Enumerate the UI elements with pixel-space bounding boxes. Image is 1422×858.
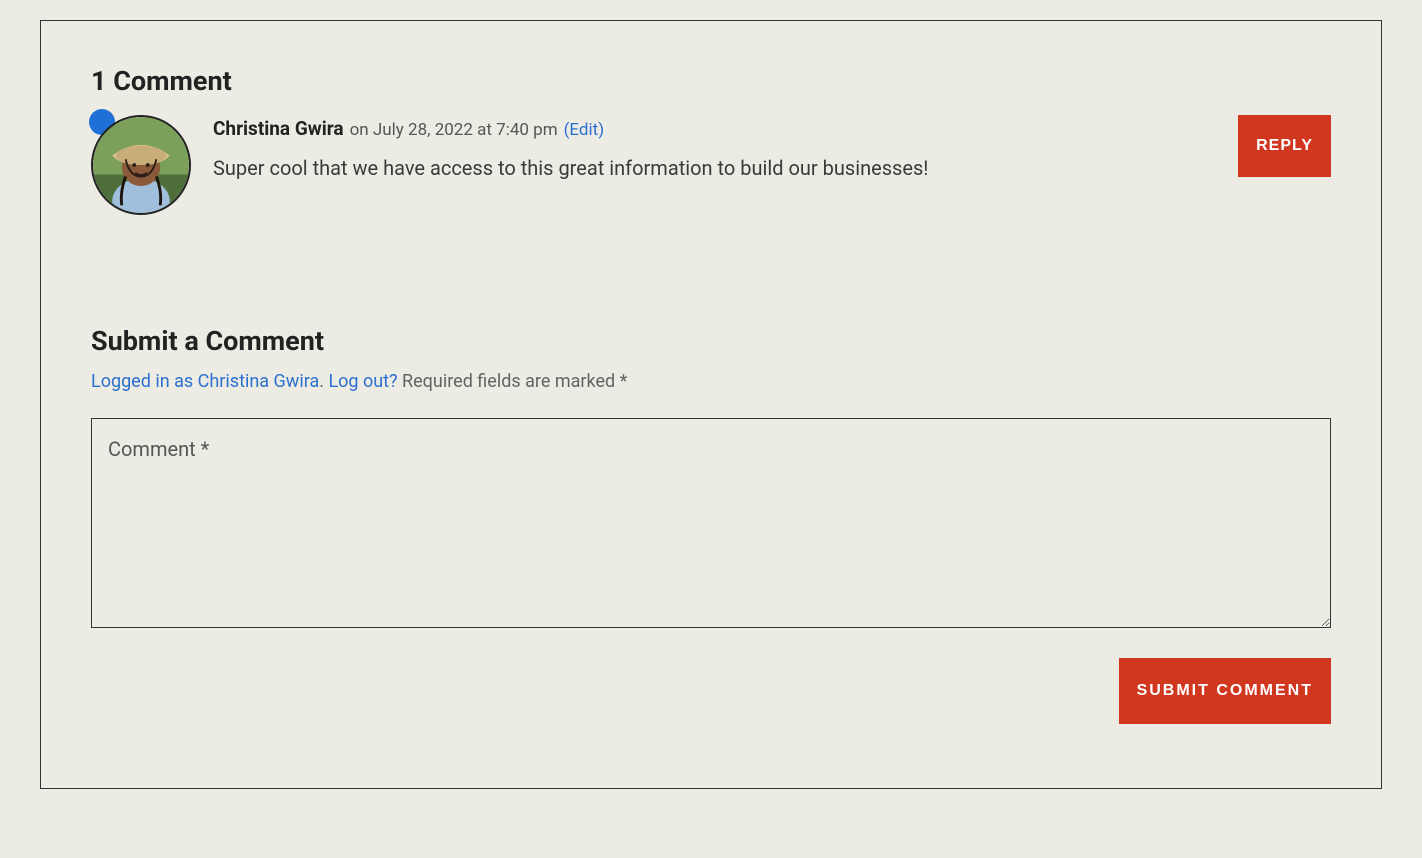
avatar-icon [93,117,189,213]
comment-timestamp: on July 28, 2022 at 7:40 pm [350,120,558,140]
avatar-wrap [91,115,191,215]
submit-heading: Submit a Comment [91,325,1331,357]
avatar[interactable] [91,115,191,215]
comments-heading: 1 Comment [91,65,1331,97]
page-wrapper: 1 Comment [0,0,1422,809]
submit-section: Submit a Comment Logged in as Christina … [91,325,1331,724]
comments-panel: 1 Comment [40,20,1382,789]
logged-in-as-link[interactable]: Logged in as Christina Gwira [91,371,319,392]
required-note: Required fields are marked * [398,371,628,392]
comment-input[interactable] [91,418,1331,628]
reply-button[interactable]: REPLY [1238,115,1331,177]
submit-comment-button[interactable]: SUBMIT COMMENT [1119,658,1331,724]
edit-comment-link[interactable]: (Edit) [564,120,605,140]
submit-row: SUBMIT COMMENT [91,658,1331,724]
comment-body: Super cool that we have access to this g… [213,154,1216,183]
comment-main: Christina Gwira on July 28, 2022 at 7:40… [213,115,1216,183]
comment-header: Christina Gwira on July 28, 2022 at 7:40… [213,117,1216,140]
logged-in-name: Christina Gwira [198,371,320,392]
comment-row: Christina Gwira on July 28, 2022 at 7:40… [91,115,1331,215]
logged-in-prefix: Logged in as [91,371,198,392]
comment-author: Christina Gwira [213,117,344,140]
logout-link[interactable]: Log out? [328,371,397,392]
logged-in-line: Logged in as Christina Gwira. Log out? R… [91,371,1331,392]
